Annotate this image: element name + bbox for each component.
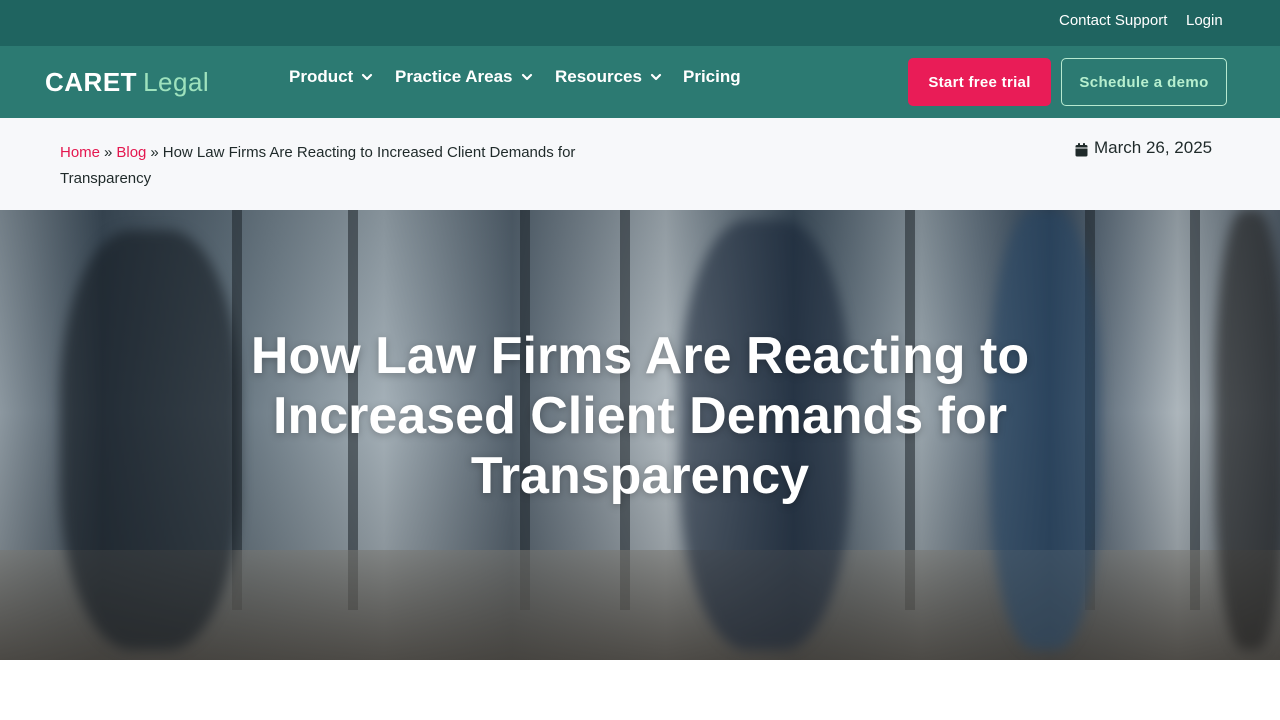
breadcrumb: Home» Blog» How Law Firms Are Reacting to …	[60, 140, 600, 192]
breadcrumb-blog-link[interactable]: Blog	[116, 144, 146, 161]
nav-resources-label: Resources	[555, 67, 642, 86]
breadcrumb-separator: »	[150, 144, 159, 161]
blurred-person	[1215, 210, 1280, 650]
chevron-down-icon	[650, 73, 662, 81]
contact-support-link[interactable]: Contact Support	[1059, 12, 1167, 29]
logo-wordmark: CARET	[45, 66, 138, 97]
post-date: March 26, 2025	[1075, 138, 1212, 158]
hero-banner: How Law Firms Are Reacting to Increased …	[0, 210, 1280, 660]
logo-subtitle: Legal	[143, 66, 210, 97]
breadcrumb-home-link[interactable]: Home	[60, 144, 100, 161]
nav-product[interactable]: Product	[289, 67, 373, 87]
start-free-trial-button[interactable]: Start free trial	[908, 58, 1051, 106]
schedule-demo-button[interactable]: Schedule a demo	[1061, 58, 1227, 106]
main-navbar: CARET Legal Product Practice Areas Resou…	[0, 46, 1280, 118]
nav-practice-areas[interactable]: Practice Areas	[395, 67, 533, 87]
nav-resources[interactable]: Resources	[555, 67, 662, 87]
chevron-down-icon	[362, 73, 373, 81]
login-link[interactable]: Login	[1186, 12, 1223, 29]
nav-practice-areas-label: Practice Areas	[395, 67, 513, 86]
nav-product-label: Product	[289, 67, 354, 86]
calendar-icon	[1075, 142, 1088, 156]
nav-pricing-label: Pricing	[683, 67, 741, 86]
post-date-text: March 26, 2025	[1094, 138, 1213, 157]
post-title: How Law Firms Are Reacting to Increased …	[250, 327, 1030, 505]
chevron-down-icon	[521, 73, 532, 81]
breadcrumb-bar: Home» Blog» How Law Firms Are Reacting to …	[0, 118, 1280, 210]
nav-pricing[interactable]: Pricing	[683, 67, 741, 87]
caret-legal-logo[interactable]: CARET Legal	[45, 65, 209, 99]
breadcrumb-separator: »	[104, 144, 113, 161]
utility-bar: Contact Support Login	[0, 0, 1280, 46]
